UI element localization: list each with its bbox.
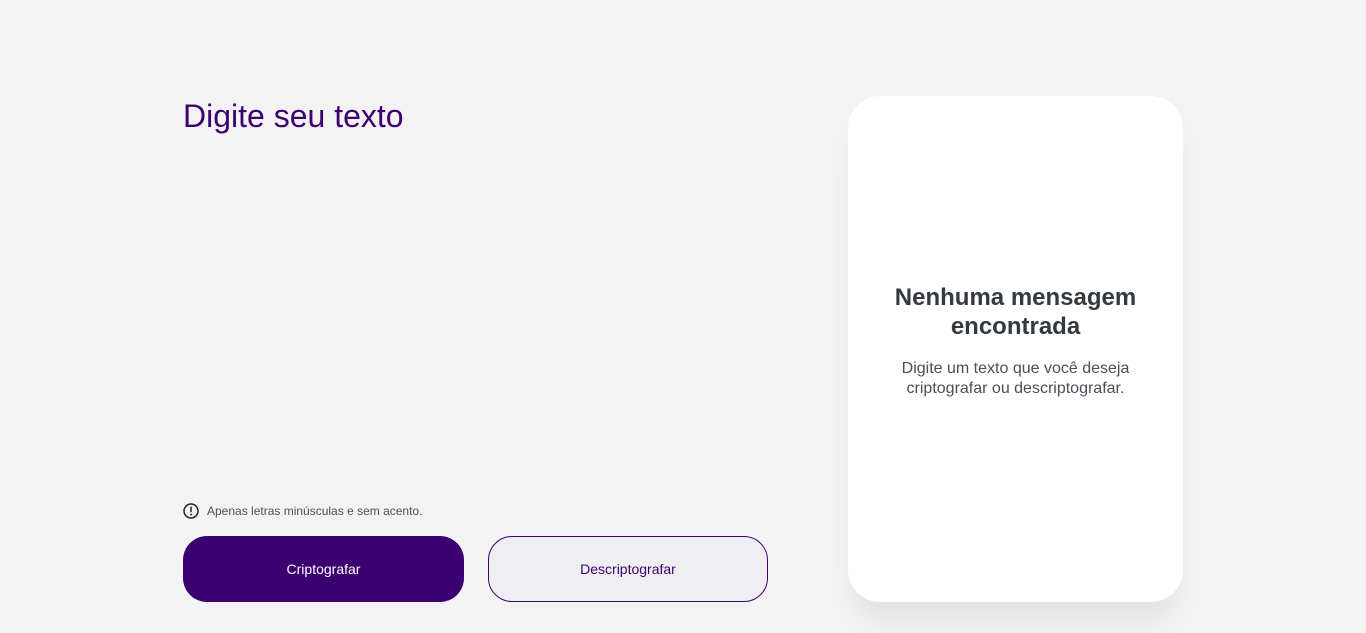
hint-text: Apenas letras minúsculas e sem acento. — [207, 504, 423, 518]
page: Apenas letras minúsculas e sem acento. C… — [0, 0, 1366, 633]
hint-row: Apenas letras minúsculas e sem acento. — [183, 503, 422, 519]
encrypt-button[interactable]: Criptografar — [183, 536, 464, 602]
exclamation-circle-icon — [183, 503, 199, 519]
decrypt-button[interactable]: Descriptografar — [488, 536, 768, 602]
output-title: Nenhuma mensagem encontrada — [894, 284, 1137, 340]
output-message: Digite um texto que você deseja criptogr… — [901, 360, 1130, 397]
text-input[interactable] — [183, 95, 768, 485]
output-panel: Nenhuma mensagem encontrada Digite um te… — [848, 96, 1183, 602]
